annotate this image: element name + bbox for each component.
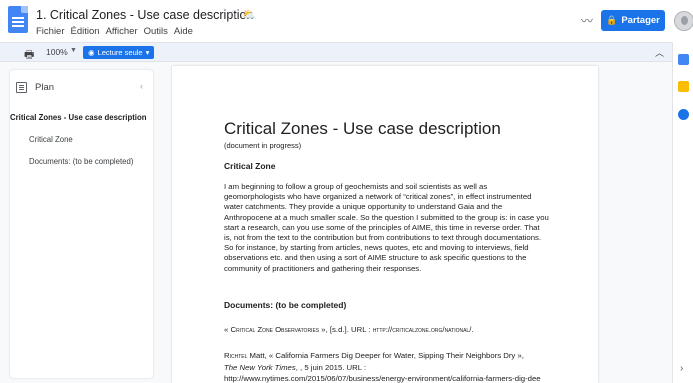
drive-status-icon[interactable]: ⛅: [242, 8, 256, 21]
star-icon[interactable]: ☆: [228, 8, 238, 21]
chevron-down-icon: ▾: [145, 48, 150, 57]
ref-text: Matt, « California Farmers Dig Deeper fo…: [247, 351, 524, 360]
side-panel: ›: [672, 42, 693, 383]
avatar[interactable]: [674, 11, 693, 31]
eye-icon: ◉: [88, 48, 95, 57]
menu-aide[interactable]: Aide: [174, 26, 193, 37]
tasks-icon[interactable]: [678, 109, 689, 120]
ref-journal: The New York Times: [224, 362, 296, 372]
ref-date: , , 5 juin 2015. URL :: [295, 362, 367, 372]
toolbar: 🖶 100% ▼ ◉ Lecture seule ▾ ︿: [0, 42, 672, 62]
chevron-left-icon[interactable]: ‹: [140, 81, 143, 91]
ref-title: Critical Zone Observatories: [230, 325, 320, 334]
menu-outils[interactable]: Outils: [144, 26, 168, 37]
document-title[interactable]: 1. Critical Zones - Use case description: [36, 8, 253, 22]
menu-afficher[interactable]: Afficher: [106, 26, 138, 37]
lock-icon: 🔒: [606, 15, 618, 25]
ref-author: Richtel: [224, 351, 248, 360]
document-heading: Critical Zones - Use case description: [224, 119, 501, 138]
chevron-right-icon[interactable]: ›: [680, 363, 683, 374]
ref-middle: », [s.d.]. URL :: [319, 325, 373, 334]
ref-end: .: [471, 325, 474, 334]
mode-button[interactable]: ◉ Lecture seule ▾: [83, 46, 155, 59]
outline-header: Plan: [16, 82, 54, 93]
calendar-icon[interactable]: [678, 54, 689, 65]
document-page: Critical Zones - Use case description (d…: [172, 66, 598, 383]
outline-icon: [16, 82, 27, 93]
print-icon[interactable]: 🖶: [24, 46, 34, 65]
collapse-menus-icon[interactable]: ︿: [655, 46, 664, 59]
menu-bar: Fichier Édition Afficher Outils Aide: [36, 26, 193, 37]
reference-entry: « Critical Zone Observatories », [s.d.].…: [224, 324, 554, 336]
reference-entry: Richtel Matt, « California Farmers Dig D…: [224, 350, 554, 383]
ref-url: http://criticalzone.org/national/: [372, 325, 472, 334]
outline-title: Plan: [35, 82, 55, 93]
body-paragraph: I am beginning to follow a group of geoc…: [224, 182, 549, 273]
share-button[interactable]: 🔒 Partager: [601, 10, 665, 31]
activity-trend-icon[interactable]: 〰: [581, 12, 593, 29]
outline-item-critical-zone[interactable]: Critical Zone: [29, 135, 73, 144]
ref-url: http://www.nytimes.com/2015/06/07/busine…: [224, 374, 541, 383]
zoom-select[interactable]: 100%: [46, 47, 68, 57]
share-button-label: Partager: [621, 15, 660, 26]
chevron-down-icon[interactable]: ▼: [70, 47, 77, 54]
mode-button-label: Lecture seule: [97, 48, 143, 57]
section-title-documents: Documents: (to be completed): [224, 300, 347, 310]
menu-edition[interactable]: Édition: [71, 26, 100, 37]
outline-item-heading[interactable]: Critical Zones - Use case description: [10, 113, 147, 122]
keep-icon[interactable]: [678, 81, 689, 92]
menu-fichier[interactable]: Fichier: [36, 26, 65, 37]
section-title-critical-zone: Critical Zone: [224, 161, 276, 171]
document-subtitle: (document in progress): [224, 141, 302, 150]
docs-logo-icon[interactable]: [8, 6, 28, 33]
outline-item-documents[interactable]: Documents: (to be completed): [29, 157, 133, 166]
top-bar: 1. Critical Zones - Use case description…: [0, 0, 693, 42]
